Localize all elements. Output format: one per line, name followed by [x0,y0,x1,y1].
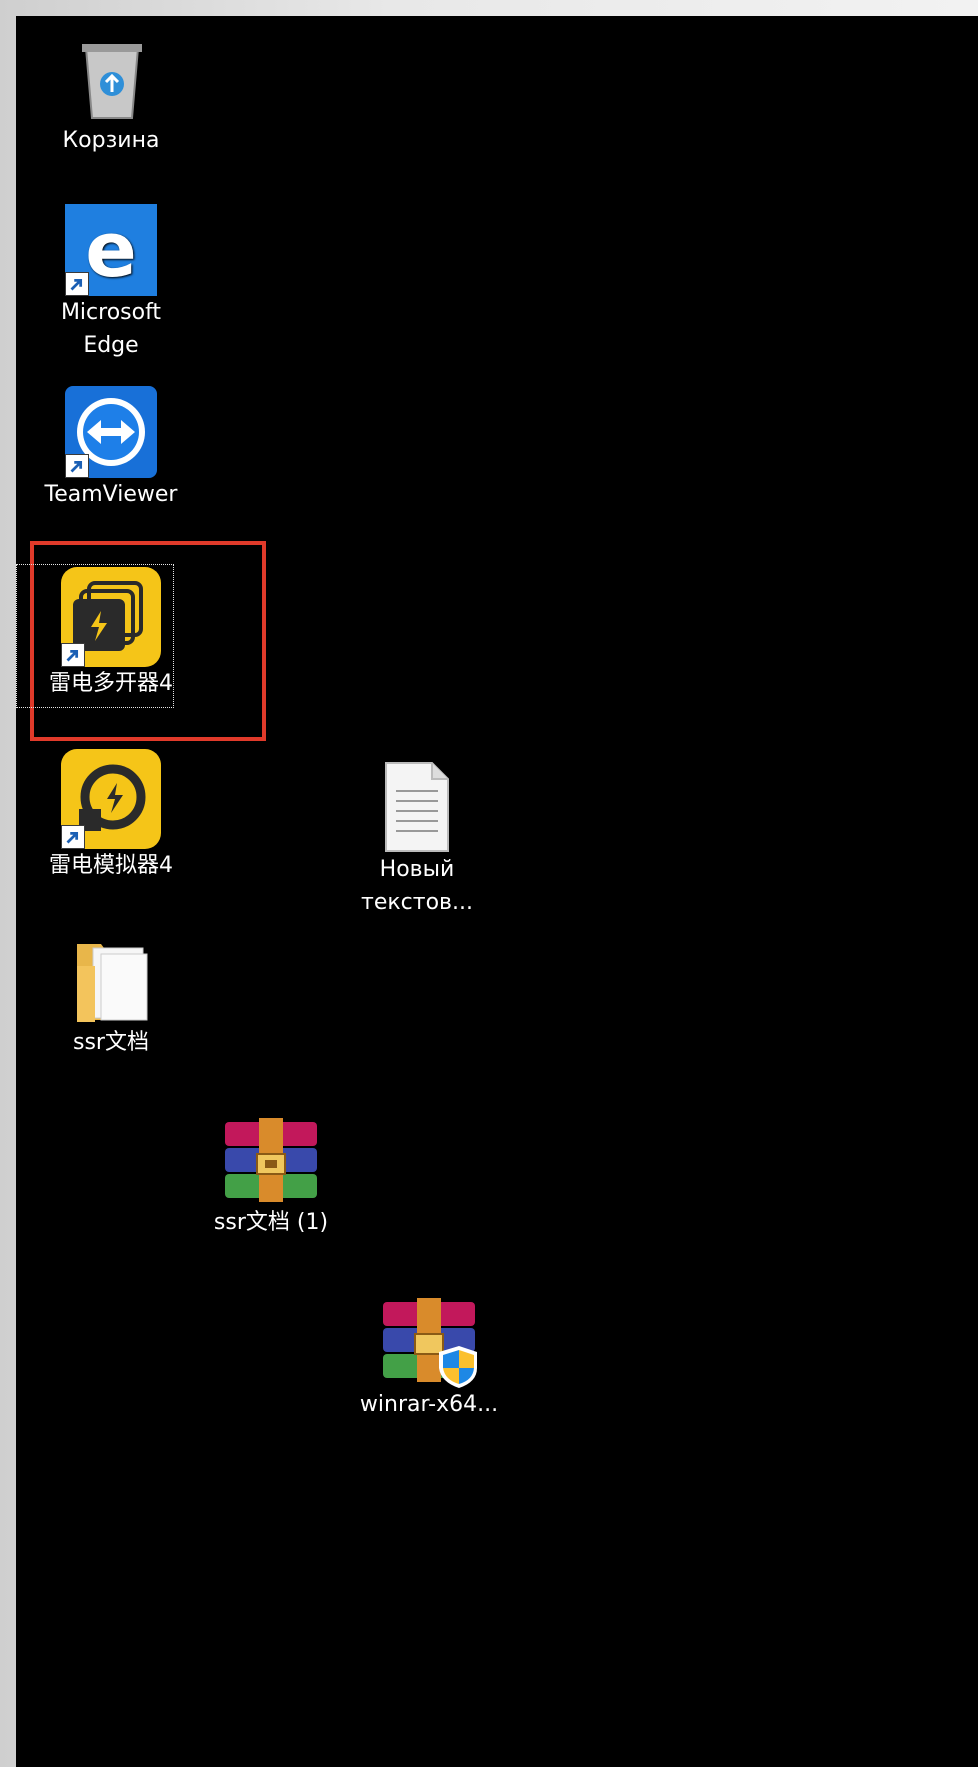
desktop-icon-label: Microsoft [60,300,162,325]
desktop-icon-label: 雷电多开器4 [49,671,173,696]
desktop-icon-ldplayer[interactable]: 雷电模拟器4 [36,749,186,882]
desktop-icon-winrar-installer[interactable]: winrar-x64... [354,1296,504,1421]
shortcut-arrow-icon [65,272,89,296]
shortcut-arrow-icon [65,454,89,478]
desktop-icon-ldmultiplayer[interactable]: 雷电多开器4 [36,567,186,700]
shortcut-arrow-icon [61,825,85,849]
winrar-installer-icon [383,1298,477,1388]
text-document-icon [385,762,449,852]
folder-icon [77,944,148,1022]
shortcut-arrow-icon [61,643,85,667]
desktop[interactable]: Корзина e Microsoft Edge TeamViewer 雷电多开… [16,16,978,1767]
recycle-bin-icon [82,44,142,119]
desktop-icon-microsoft-edge[interactable]: e Microsoft Edge [36,204,186,362]
desktop-icon-teamviewer[interactable]: TeamViewer [36,386,186,511]
winrar-archive-icon [225,1118,317,1202]
desktop-icon-recycle-bin[interactable]: Корзина [36,34,186,157]
desktop-icon-label: 雷电模拟器4 [49,853,173,878]
desktop-icon-label: winrar-x64... [359,1392,499,1417]
desktop-icon-ssr-archive[interactable]: ssr文档 (1) [196,1116,346,1239]
desktop-icon-label: Корзина [62,128,160,153]
desktop-icon-ssr-folder[interactable]: ssr文档 [36,936,186,1059]
desktop-icon-label: Новый [379,857,455,882]
desktop-icon-new-text-document[interactable]: Новый текстов... [342,761,492,919]
desktop-icon-label: ssr文档 [73,1030,149,1055]
desktop-icon-label: TeamViewer [44,482,178,507]
desktop-icon-label: Edge [83,333,139,358]
desktop-icon-label: ssr文档 (1) [213,1210,329,1235]
desktop-icon-label: текстов... [361,890,473,915]
svg-text:e: e [85,205,137,294]
